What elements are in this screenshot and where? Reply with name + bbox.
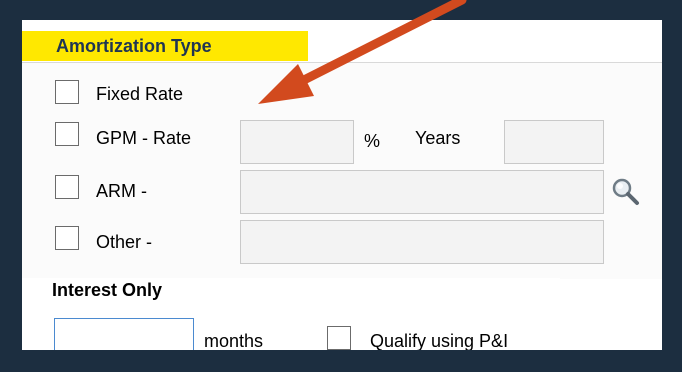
gpm-rate-label: GPM - Rate [96,128,192,148]
months-label: months [204,331,264,350]
other-input[interactable] [240,220,604,264]
amortization-type-title: Amortization Type [22,31,308,61]
qualify-using-pi-label: Qualify using P&I [370,331,509,350]
years-label: Years [415,128,461,148]
gpm-rate-checkbox[interactable] [55,122,79,146]
fixed-rate-checkbox[interactable] [55,80,79,104]
gpm-rate-input[interactable] [240,120,354,164]
arm-checkbox[interactable] [55,175,79,199]
search-icon[interactable] [610,176,640,206]
qualify-using-pi-checkbox[interactable] [327,326,351,350]
other-checkbox[interactable] [55,226,79,250]
percent-label: % [364,131,381,151]
interest-only-title: Interest Only [52,280,163,300]
arm-label: ARM - [96,181,147,201]
gpm-years-input[interactable] [504,120,604,164]
interest-only-months-input[interactable] [54,318,194,350]
other-label: Other - [96,232,153,252]
arm-input[interactable] [240,170,604,214]
fixed-rate-label: Fixed Rate [96,84,184,104]
amortization-panel: Amortization Type Fixed Rate GPM - Rate … [22,20,662,350]
